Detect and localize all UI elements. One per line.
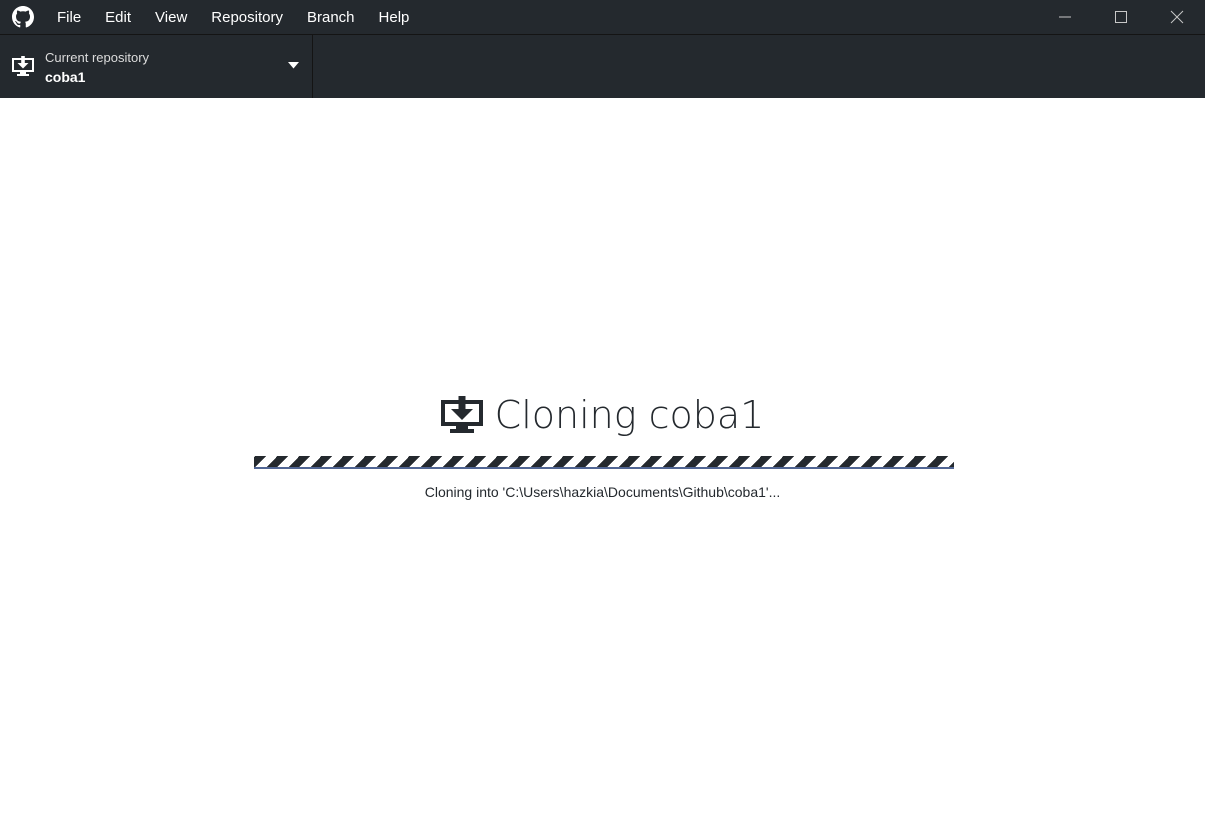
- close-button[interactable]: [1149, 0, 1205, 34]
- menu-help[interactable]: Help: [367, 0, 422, 35]
- chevron-down-icon: [288, 62, 299, 69]
- minimize-button[interactable]: [1037, 0, 1093, 34]
- repository-picker[interactable]: Current repository coba1: [0, 35, 313, 98]
- menu-edit[interactable]: Edit: [93, 0, 143, 35]
- title-bar: File Edit View Repository Branch Help: [0, 0, 1205, 35]
- menu-bar: File Edit View Repository Branch Help: [46, 0, 421, 35]
- close-icon: [1170, 10, 1184, 24]
- clone-download-icon: [440, 396, 483, 433]
- maximize-icon: [1115, 11, 1127, 23]
- maximize-button[interactable]: [1093, 0, 1149, 34]
- menu-file[interactable]: File: [46, 0, 93, 35]
- clone-title: Cloning coba1: [494, 393, 765, 437]
- window-controls: [1037, 0, 1205, 35]
- menu-view[interactable]: View: [143, 0, 199, 35]
- clone-heading: Cloning coba1: [0, 393, 1205, 437]
- menu-repository[interactable]: Repository: [199, 0, 295, 35]
- clone-progress-view: Cloning coba1 Cloning into 'C:\Users\haz…: [0, 98, 1205, 827]
- menu-branch[interactable]: Branch: [295, 0, 367, 35]
- clone-status-text: Cloning into 'C:\Users\hazkia\Documents\…: [424, 484, 781, 500]
- minimize-icon: [1059, 16, 1071, 18]
- repository-caption: Current repository: [45, 50, 150, 65]
- toolbar: Current repository coba1: [0, 35, 1205, 98]
- progress-bar: [254, 456, 954, 469]
- repository-name: coba1: [45, 69, 86, 85]
- github-logo-icon: [0, 0, 46, 35]
- clone-download-icon: [12, 56, 34, 76]
